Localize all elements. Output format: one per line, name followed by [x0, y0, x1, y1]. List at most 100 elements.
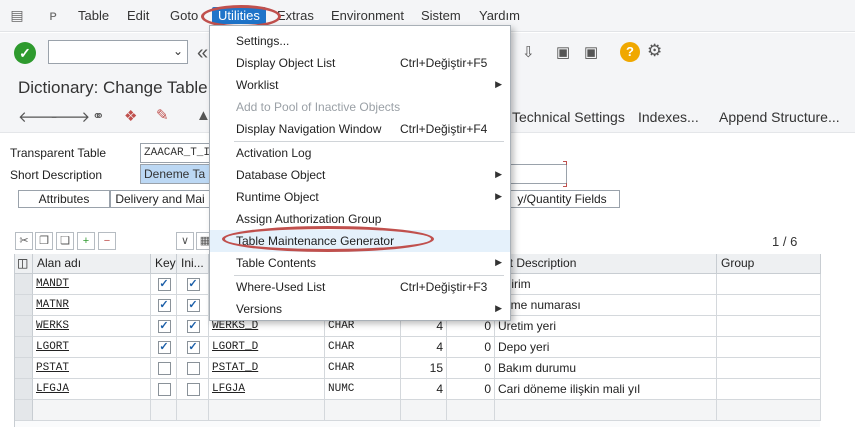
checkbox[interactable]: ✓ — [186, 299, 200, 312]
col-header-short-description[interactable]: ort Description — [495, 254, 717, 274]
row-selector[interactable] — [15, 400, 33, 421]
copy-icon[interactable]: ❐ — [35, 232, 53, 250]
table-cell-field[interactable]: PSTAT — [33, 358, 151, 379]
checkbox[interactable] — [186, 383, 200, 396]
table-cell-init[interactable] — [177, 379, 209, 400]
checkbox[interactable]: ✓ — [186, 320, 200, 333]
table-cell-key[interactable]: ✓ — [151, 316, 177, 337]
menu-extras[interactable]: Extras — [277, 8, 314, 23]
short-description-field-end[interactable] — [511, 164, 567, 184]
menu-item-activation-log[interactable]: Activation Log — [210, 142, 510, 164]
table-cell-init[interactable]: ✓ — [177, 316, 209, 337]
row-selector[interactable] — [15, 379, 33, 400]
table-cell-group[interactable] — [717, 337, 821, 358]
table-cell-key[interactable] — [151, 400, 177, 421]
table-cell-key[interactable] — [151, 379, 177, 400]
table-cell-desc[interactable]: Cari döneme ilişkin mali yıl — [495, 379, 717, 400]
menu-table[interactable]: Table — [78, 8, 109, 23]
table-cell-desc[interactable]: Bakım durumu — [495, 358, 717, 379]
col-header-group[interactable]: Group — [717, 254, 821, 274]
ok-check-icon[interactable]: ✓ — [14, 42, 36, 64]
settings-gear-icon[interactable]: ⚙ — [647, 41, 662, 61]
chevron-down-icon[interactable]: ⌄ — [173, 44, 183, 58]
delete-row-icon[interactable]: − — [98, 232, 116, 250]
short-description-field[interactable]: Deneme Ta — [140, 164, 212, 184]
tab-attributes[interactable]: Attributes — [18, 190, 110, 208]
checkbox[interactable]: ✓ — [186, 278, 200, 291]
table-cell-dec[interactable]: 0 — [447, 358, 495, 379]
menu-item-database-object[interactable]: Database Object ▶ — [210, 164, 510, 186]
table-cell-key[interactable]: ✓ — [151, 274, 177, 295]
checkbox[interactable]: ✓ — [157, 341, 171, 354]
table-cell-field[interactable]: WERKS — [33, 316, 151, 337]
insert-row-icon[interactable]: + — [77, 232, 95, 250]
menu-item-worklist[interactable]: Worklist ▶ — [210, 74, 510, 96]
col-header-initial[interactable]: Ini... — [177, 254, 209, 274]
table-cell-field[interactable]: MATNR — [33, 295, 151, 316]
cut-icon[interactable]: ✂ — [15, 232, 33, 250]
table-cell-field[interactable] — [33, 400, 151, 421]
system-menu-icon[interactable]: ▤ — [8, 6, 26, 24]
table-cell-len[interactable] — [401, 400, 447, 421]
checkbox[interactable]: ✓ — [186, 341, 200, 354]
table-cell-element[interactable]: PSTAT_D — [209, 358, 325, 379]
table-cell-len[interactable]: 4 — [401, 379, 447, 400]
table-cell-len[interactable]: 4 — [401, 337, 447, 358]
table-cell-type[interactable]: CHAR — [325, 358, 401, 379]
collapse-icon[interactable]: ∨ — [176, 232, 194, 250]
forward-arrow-icon[interactable]: 🡒 — [50, 107, 90, 126]
menu-edit[interactable]: Edit — [127, 8, 149, 23]
table-cell-type[interactable] — [325, 400, 401, 421]
indexes-button[interactable]: Indexes... — [638, 109, 699, 125]
menu-item-display-object-list[interactable]: Display Object List Ctrl+Değiştir+F5 — [210, 52, 510, 74]
table-cell-group[interactable] — [717, 379, 821, 400]
row-selector[interactable] — [15, 316, 33, 337]
select-all-icon[interactable]: ◫ — [15, 254, 33, 274]
checkbox[interactable] — [186, 362, 200, 375]
menu-item-where-used-list[interactable]: Where-Used List Ctrl+Değiştir+F3 — [210, 276, 510, 298]
menu-sistem[interactable]: Sistem — [421, 8, 461, 23]
table-cell-element[interactable]: LFGJA — [209, 379, 325, 400]
table-cell-field[interactable]: MANDT — [33, 274, 151, 295]
menu-item-runtime-object[interactable]: Runtime Object ▶ — [210, 186, 510, 208]
table-cell-dec[interactable] — [447, 400, 495, 421]
layout-icon[interactable]: ᴘ — [44, 6, 62, 24]
menu-utilities[interactable]: Utilities — [212, 7, 266, 24]
new-session-icon[interactable]: ▣ — [556, 43, 570, 61]
table-cell-desc[interactable]: zeme numarası — [495, 295, 717, 316]
row-selector[interactable] — [15, 337, 33, 358]
object-icon[interactable]: ❖ — [124, 107, 137, 125]
menu-item-display-navigation-window[interactable]: Display Navigation Window Ctrl+Değiştir+F… — [210, 118, 510, 140]
menu-item-table-contents[interactable]: Table Contents ▶ — [210, 252, 510, 274]
checkbox[interactable]: ✓ — [157, 299, 171, 312]
checkbox[interactable] — [157, 383, 171, 396]
table-cell-group[interactable] — [717, 400, 821, 421]
table-cell-type[interactable]: NUMC — [325, 379, 401, 400]
table-cell-key[interactable] — [151, 358, 177, 379]
menu-environment[interactable]: Environment — [331, 8, 404, 23]
table-cell-element[interactable]: LGORT_D — [209, 337, 325, 358]
table-cell-group[interactable] — [717, 358, 821, 379]
table-cell-group[interactable] — [717, 274, 821, 295]
row-selector[interactable] — [15, 274, 33, 295]
menu-item-settings[interactable]: Settings... — [210, 30, 510, 52]
checkbox[interactable] — [157, 362, 171, 375]
menu-item-assign-authorization-group[interactable]: Assign Authorization Group — [210, 208, 510, 230]
table-cell-type[interactable]: CHAR — [325, 337, 401, 358]
table-cell-desc[interactable]: Depo yeri — [495, 337, 717, 358]
table-cell-group[interactable] — [717, 295, 821, 316]
col-header-alan-adi[interactable]: Alan adı — [33, 254, 151, 274]
table-cell-key[interactable]: ✓ — [151, 295, 177, 316]
col-header-key[interactable]: Key — [151, 254, 177, 274]
back-double-icon[interactable]: « — [197, 42, 208, 65]
table-cell-group[interactable] — [717, 316, 821, 337]
edit-icon[interactable]: ✎ — [156, 106, 169, 124]
checkbox[interactable]: ✓ — [157, 320, 171, 333]
command-field[interactable]: ⌄ — [48, 40, 188, 64]
glasses-icon[interactable]: ⚭ — [92, 107, 105, 125]
technical-settings-button[interactable]: Technical Settings — [512, 109, 625, 125]
append-structure-button[interactable]: Append Structure... — [719, 109, 840, 125]
table-cell-init[interactable]: ✓ — [177, 337, 209, 358]
menu-goto[interactable]: Goto — [170, 8, 198, 23]
shortcut-icon[interactable]: ▣ — [584, 43, 598, 61]
